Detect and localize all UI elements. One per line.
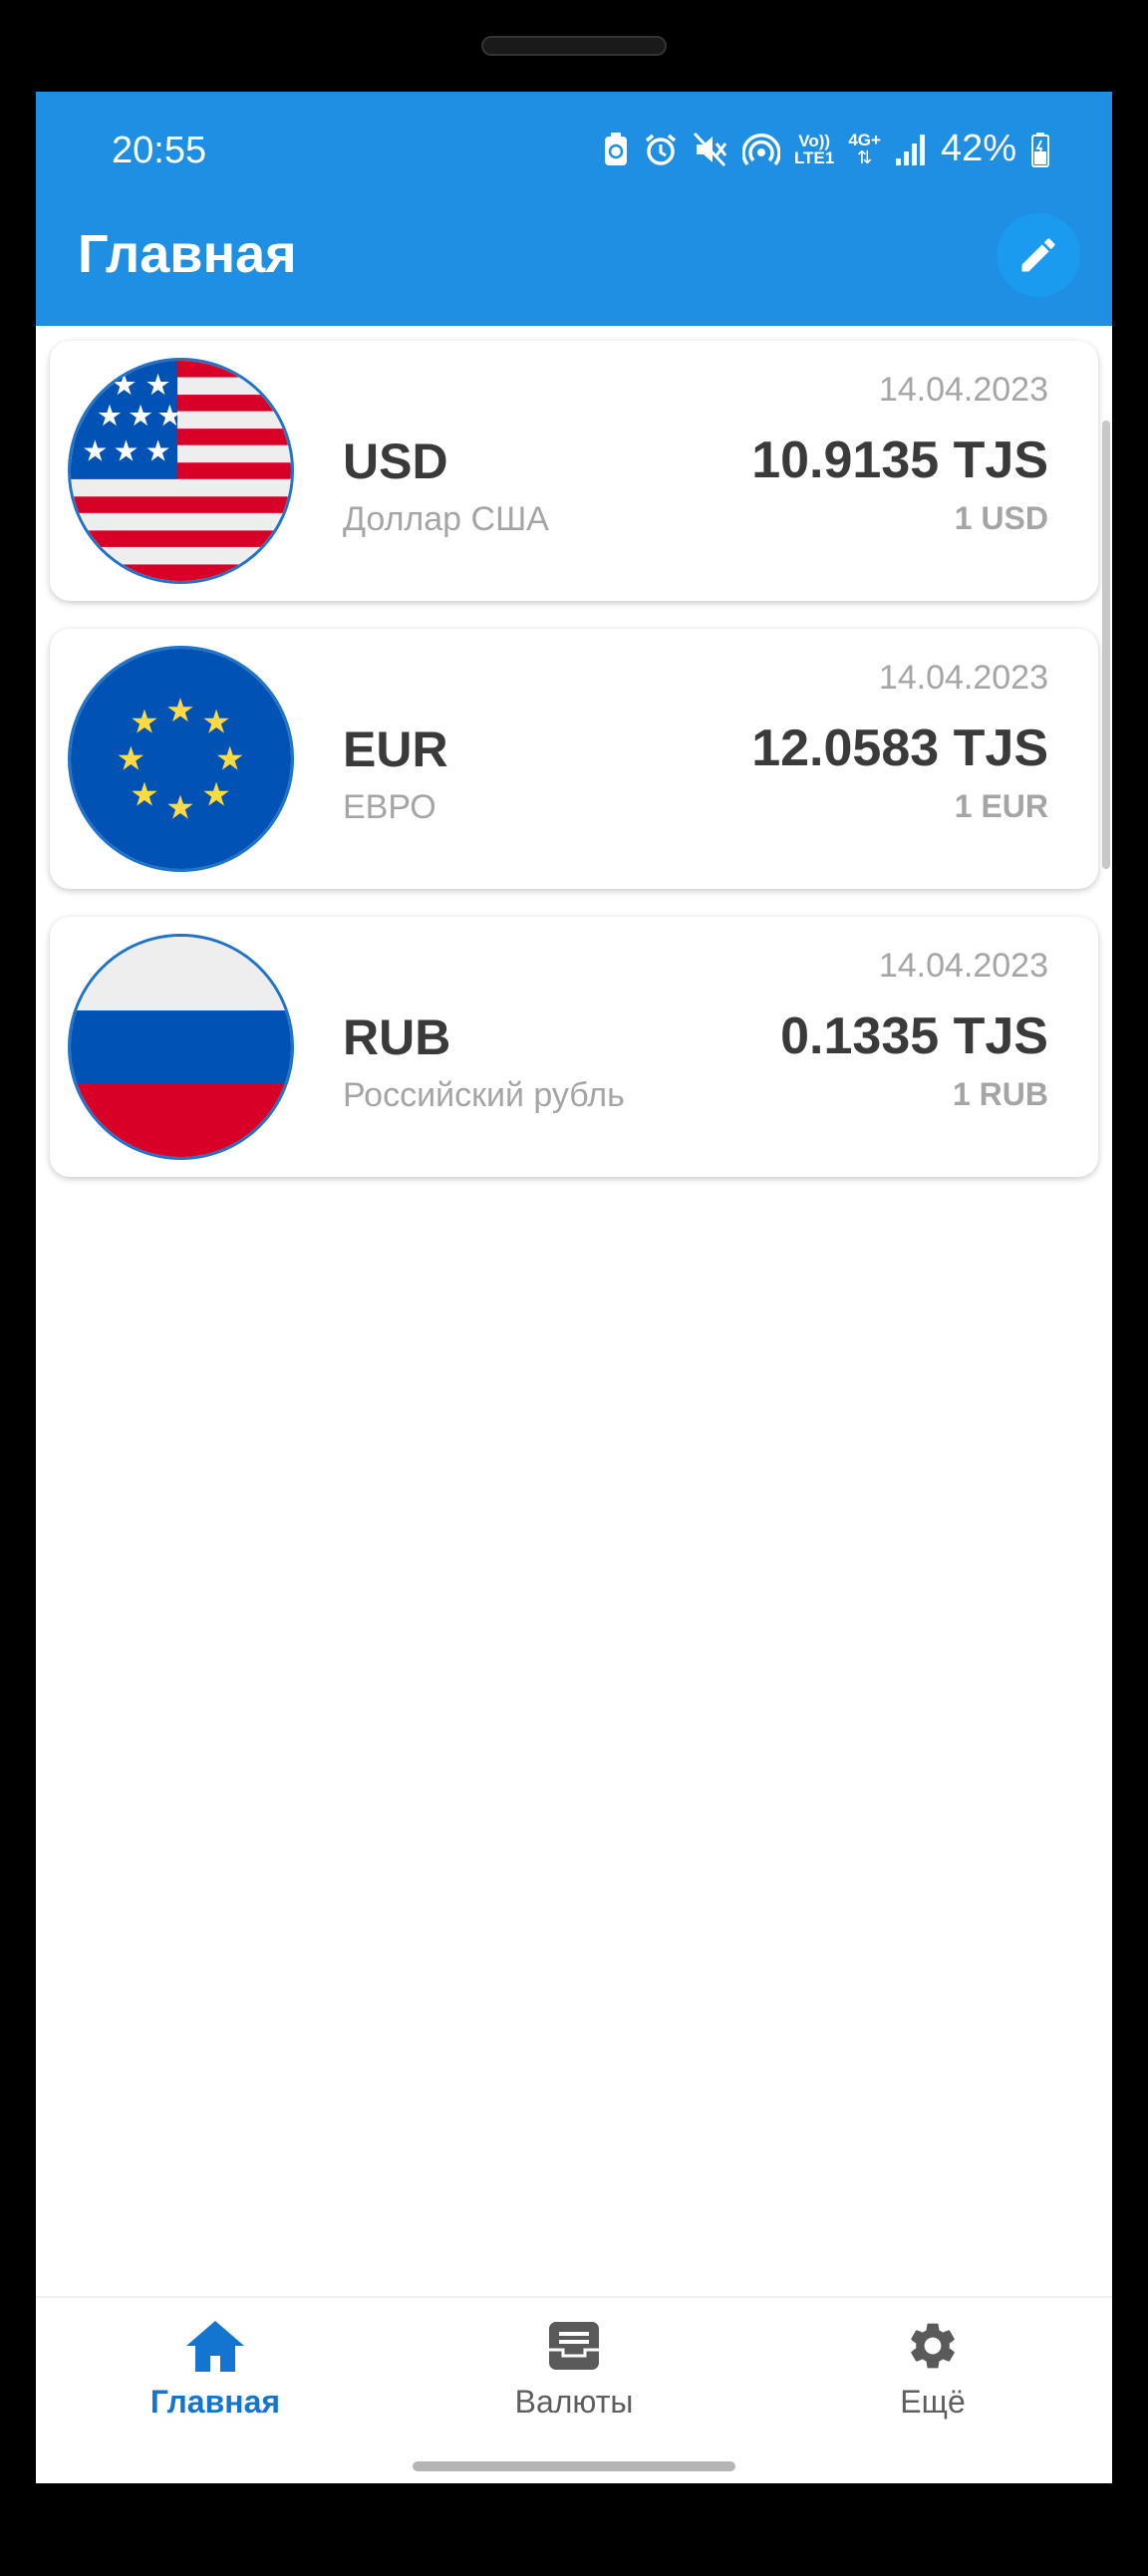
rate-date: 14.04.2023 — [878, 659, 1048, 697]
svg-text:★: ★ — [215, 739, 245, 778]
edit-button[interactable] — [997, 213, 1080, 297]
4g-data-icon: 4G+ ⇅ — [848, 129, 881, 170]
svg-text:★: ★ — [156, 399, 182, 432]
alarm-icon — [643, 129, 679, 170]
nav-label-more: Ещё — [900, 2384, 966, 2420]
volte-label-bottom: LTE1 — [794, 147, 835, 167]
nav-item-home[interactable]: Главная — [66, 2318, 365, 2421]
svg-text:★: ★ — [145, 368, 171, 402]
nav-label-home: Главная — [149, 2384, 281, 2420]
currency-code: USD — [343, 433, 448, 489]
scrollbar[interactable] — [1102, 421, 1110, 869]
phone-frame: 20:55 Vo)) LTE1 4G+ ⇅ 42% Главная ★ ★ ★ … — [0, 0, 1148, 2576]
eu-flag-icon: ★ ★ ★ ★ ★ ★ ★ ★ — [68, 646, 294, 872]
currency-card-eur[interactable]: ★ ★ ★ ★ ★ ★ ★ ★ EUR ЕВРО 14.04.2023 12.0… — [50, 629, 1098, 889]
exchange-rate: 12.0583 TJS — [751, 719, 1048, 777]
status-icons: Vo)) LTE1 4G+ ⇅ 42% — [603, 128, 1050, 170]
currency-code: RUB — [343, 1009, 451, 1065]
svg-text:★: ★ — [201, 703, 231, 741]
exchange-rate: 0.1335 TJS — [780, 1007, 1048, 1065]
data-arrows-icon: ⇅ — [857, 147, 873, 167]
speaker-grille — [481, 36, 667, 56]
rate-date: 14.04.2023 — [878, 371, 1048, 409]
volte-icon: Vo)) LTE1 — [794, 129, 834, 170]
app-bar: 20:55 Vo)) LTE1 4G+ ⇅ 42% Главная — [36, 92, 1112, 326]
currency-card-rub[interactable]: RUB Российский рубль 14.04.2023 0.1335 T… — [50, 917, 1098, 1177]
currency-card-usd[interactable]: ★ ★ ★ ★ ★ ★ ★ ★ USD Доллар США 14.04.2023 10.… — [50, 341, 1098, 601]
network-label: 4G+ — [848, 131, 881, 149]
svg-text:★: ★ — [117, 739, 146, 778]
rate-unit: 1 EUR — [954, 788, 1048, 824]
exchange-rate: 10.9135 TJS — [751, 431, 1048, 489]
svg-text:★: ★ — [113, 433, 139, 467]
home-icon — [186, 2321, 244, 2372]
svg-text:★: ★ — [97, 399, 123, 432]
battery-icon — [1030, 129, 1050, 170]
battery-percent: 42% — [940, 128, 1016, 169]
page-title: Главная — [78, 224, 297, 284]
currency-code: EUR — [343, 721, 448, 777]
currency-name: Доллар США — [343, 500, 549, 538]
currency-name: Российский рубль — [343, 1076, 625, 1114]
screen: 20:55 Vo)) LTE1 4G+ ⇅ 42% Главная ★ ★ ★ … — [36, 92, 1112, 2483]
nav-label-currencies: Валюты — [514, 2384, 634, 2420]
hotspot-icon — [742, 129, 781, 170]
svg-text:★: ★ — [130, 703, 159, 741]
ru-flag-icon — [68, 934, 294, 1160]
currency-name: ЕВРО — [343, 788, 436, 826]
nav-item-more[interactable]: Ещё — [783, 2318, 1082, 2421]
gesture-bar[interactable] — [413, 2461, 735, 2471]
signal-icon — [895, 129, 927, 170]
rate-date: 14.04.2023 — [878, 947, 1048, 985]
svg-text:★: ★ — [165, 787, 195, 826]
svg-text:★: ★ — [145, 433, 171, 467]
volte-label-top: Vo)) — [798, 131, 831, 150]
status-time: 20:55 — [112, 130, 207, 171]
pencil-icon — [1021, 238, 1055, 272]
rate-unit: 1 USD — [954, 500, 1048, 536]
svg-text:★: ★ — [165, 691, 195, 729]
inbox-icon — [549, 2322, 599, 2370]
us-flag-icon: ★ ★ ★ ★ ★ ★ ★ ★ — [68, 358, 294, 584]
svg-text:★: ★ — [111, 368, 137, 402]
svg-text:★: ★ — [128, 399, 153, 432]
nav-item-currencies[interactable]: Валюты — [425, 2318, 723, 2421]
gear-icon — [911, 2323, 955, 2369]
mute-icon — [693, 129, 728, 170]
rate-unit: 1 RUB — [952, 1076, 1048, 1112]
svg-text:★: ★ — [201, 775, 231, 814]
svg-text:★: ★ — [130, 775, 159, 814]
battery-saver-icon — [603, 129, 629, 170]
svg-text:★: ★ — [82, 433, 108, 467]
bottom-navigation: Главная Валюты Ещё — [36, 2296, 1112, 2483]
